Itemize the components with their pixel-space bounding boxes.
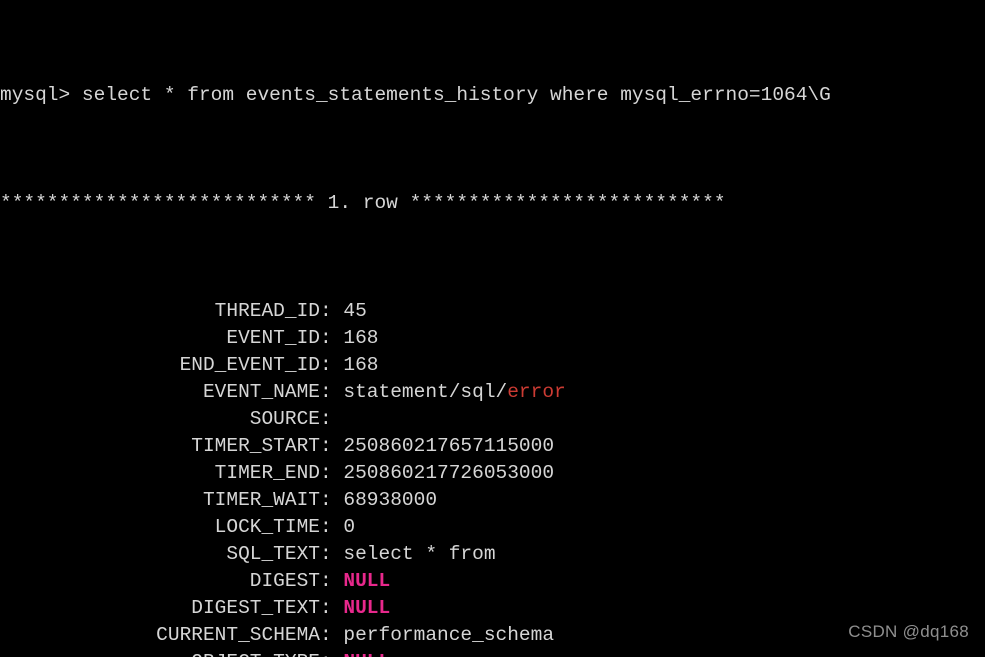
field-colon: : [320,408,344,430]
field-value: 168 [343,327,379,349]
result-field-row: DIGEST: NULL [0,568,985,595]
result-field-row: TIMER_WAIT: 68938000 [0,487,985,514]
field-label: THREAD_ID [214,300,320,322]
result-field-row: TIMER_END: 250860217726053000 [0,460,985,487]
watermark-label: CSDN @dq168 [848,622,969,641]
terminal-window: mysql> select * from events_statements_h… [0,0,985,657]
field-label: LOCK_TIME [214,516,320,538]
field-label: EVENT_ID [226,327,320,349]
field-label: CURRENT_SCHEMA [156,624,320,646]
field-value: 68938000 [343,489,438,511]
field-label: TIMER_START [191,435,320,457]
field-value: 250860217657115000 [343,435,555,457]
field-colon: : [320,570,344,592]
field-value: NULL [343,651,390,657]
result-row-list: THREAD_ID: 45 EVENT_ID: 168 END_EVENT_ID: … [0,298,985,657]
field-colon: : [320,624,344,646]
field-colon: : [320,597,344,619]
prompt-command-text: mysql> select * from events_statements_h… [0,84,831,106]
result-field-row: TIMER_START: 250860217657115000 [0,433,985,460]
field-value-prefix: statement/sql/ [343,381,508,403]
result-field-row: EVENT_NAME: statement/sql/error [0,379,985,406]
field-value: 0 [343,516,356,538]
field-label: OBJECT_TYPE [0,649,320,657]
field-label: SOURCE [249,408,320,430]
field-colon: : [320,300,344,322]
field-colon: : [320,462,344,484]
field-value: statement/sql/error [343,381,565,403]
field-value: performance_schema [343,624,555,646]
field-label: TIMER_END [214,462,320,484]
field-value: NULL [343,597,391,619]
field-colon: : [320,489,344,511]
field-label: END_EVENT_ID [179,354,320,376]
command-prompt-line: mysql> select * from events_statements_h… [0,82,985,109]
field-value-error-highlight: error [507,381,566,403]
result-field-row: DIGEST_TEXT: NULL [0,595,985,622]
field-value: 168 [343,354,379,376]
field-label: TIMER_WAIT [202,489,320,511]
field-label: EVENT_NAME [202,381,320,403]
field-label: DIGEST_TEXT [191,597,320,619]
field-colon: : [320,651,343,657]
field-colon: : [320,516,344,538]
field-colon: : [320,327,344,349]
field-colon: : [320,543,344,565]
result-field-row: THREAD_ID: 45 [0,298,985,325]
field-colon: : [320,381,344,403]
result-field-row: OBJECT_TYPE: NULL [0,649,985,657]
result-field-row: SOURCE: [0,406,985,433]
field-value: 250860217726053000 [343,462,555,484]
field-label: DIGEST [249,570,320,592]
result-field-row: CURRENT_SCHEMA: performance_schema [0,622,985,649]
field-colon: : [320,435,344,457]
field-colon: : [320,354,344,376]
result-field-row: SQL_TEXT: select * from [0,541,985,568]
result-field-row: END_EVENT_ID: 168 [0,352,985,379]
field-value: select * from [343,543,496,565]
result-field-row: EVENT_ID: 168 [0,325,985,352]
field-value: 45 [343,300,367,322]
result-field-row: LOCK_TIME: 0 [0,514,985,541]
row-separator-line: *************************** 1. row *****… [0,190,985,217]
field-label: SQL_TEXT [226,543,320,565]
row-separator-text: *************************** 1. row *****… [0,192,726,214]
field-value: NULL [343,570,391,592]
